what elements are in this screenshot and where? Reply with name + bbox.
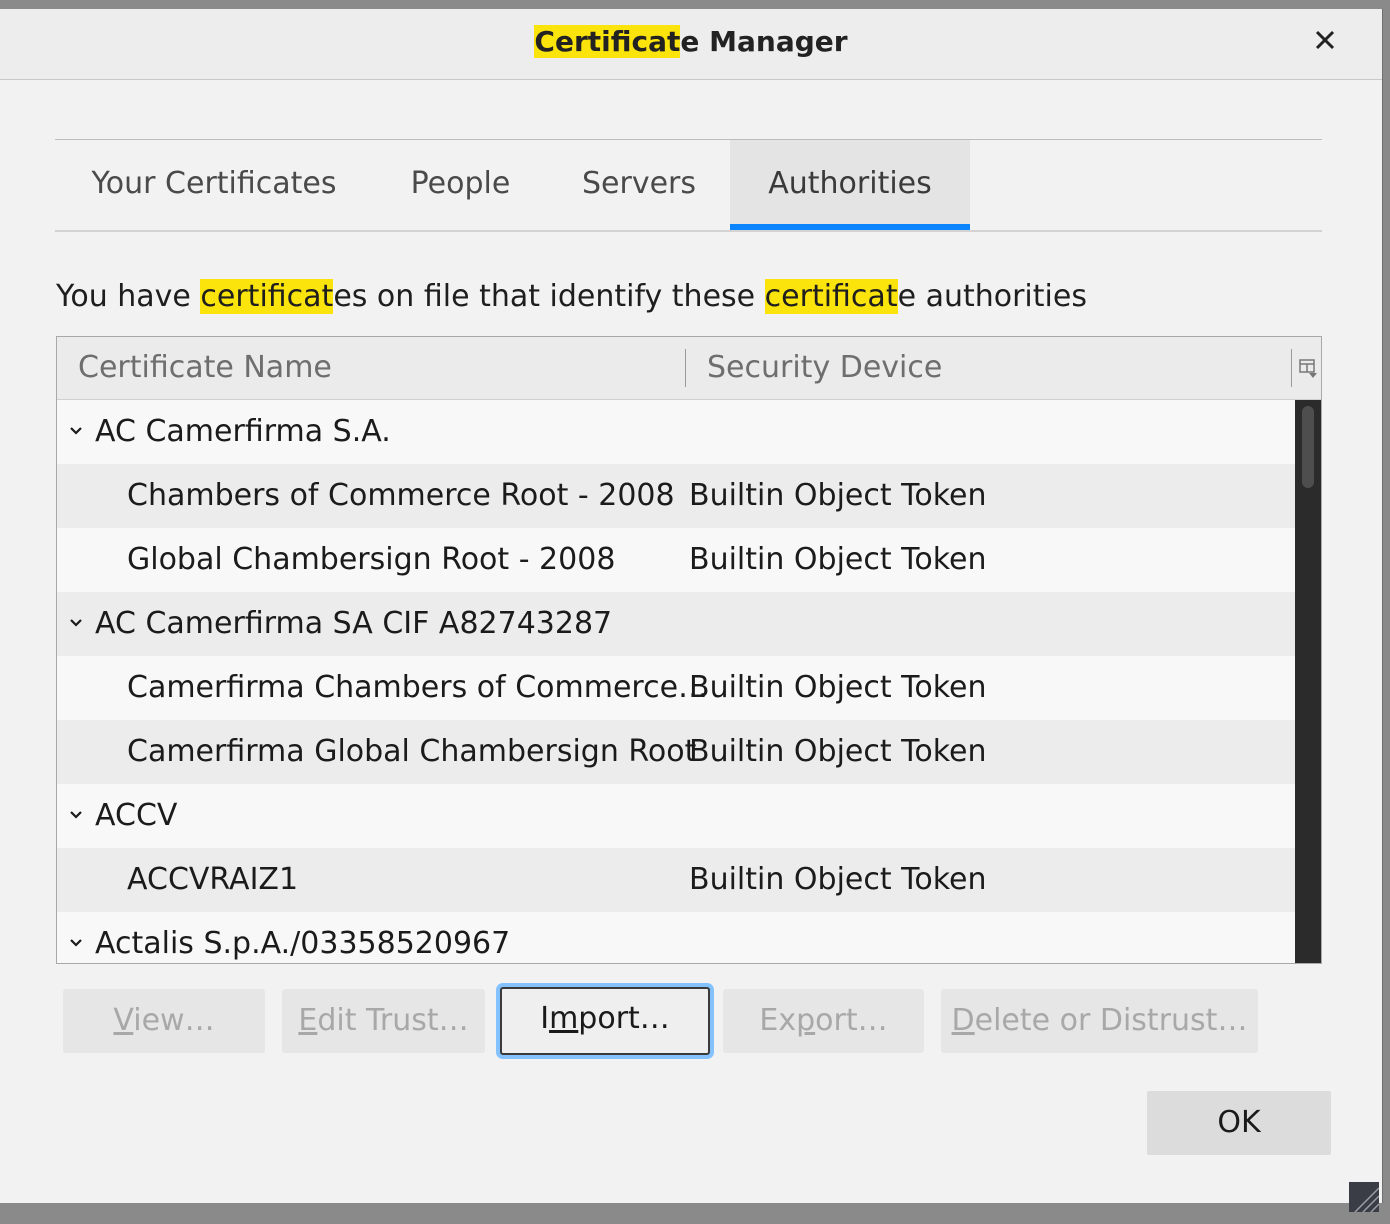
view-accel: V xyxy=(113,1003,134,1038)
certificate-name-cell: Global Chambersign Root - 2008 xyxy=(127,542,616,577)
tree-cert-row[interactable]: Chambers of Commerce Root - 2008 Builtin … xyxy=(57,464,1295,528)
certificate-name-cell: ACCVRAIZ1 xyxy=(127,862,299,897)
export-accel: p xyxy=(796,1003,816,1038)
tree-cert-row[interactable]: ACCVRAIZ1 Builtin Object Token xyxy=(57,848,1295,912)
chevron-down-icon[interactable] xyxy=(67,934,85,952)
certificate-manager-dialog: Certificate Manager Your Certificates Pe… xyxy=(0,9,1383,1213)
export-label: ort… xyxy=(815,1003,888,1038)
tab-people[interactable]: People xyxy=(373,140,548,228)
chevron-down-icon[interactable] xyxy=(67,806,85,824)
delete-or-distrust-button[interactable]: Delete or Distrust… xyxy=(941,989,1258,1053)
close-button[interactable] xyxy=(1308,23,1342,57)
edit-trust-label: dit Trust… xyxy=(317,1003,469,1038)
desc-search-highlight-2: certificat xyxy=(764,279,898,314)
tree-group-row[interactable]: Actalis S.p.A./03358520967 xyxy=(57,912,1295,963)
security-device-cell: Builtin Object Token xyxy=(689,670,987,705)
close-icon xyxy=(1315,30,1335,50)
import-label-pre: I xyxy=(540,1001,550,1036)
edit-trust-button[interactable]: Edit Trust… xyxy=(282,989,485,1053)
view-button[interactable]: View… xyxy=(63,989,265,1053)
tab-strip: Your Certificates People Servers Authori… xyxy=(55,139,1322,232)
column-splitter[interactable] xyxy=(685,349,686,387)
column-splitter-2[interactable] xyxy=(1291,349,1292,387)
tree-group-row[interactable]: AC Camerfirma S.A. xyxy=(57,400,1295,464)
export-label-pre: Ex xyxy=(759,1003,797,1038)
tree-rows: AC Camerfirma S.A. Chambers of Commerce R… xyxy=(57,400,1295,963)
edit-trust-accel: E xyxy=(298,1003,318,1038)
security-device-cell: Builtin Object Token xyxy=(689,862,987,897)
certificate-name-cell: AC Camerfirma SA CIF A82743287 xyxy=(95,606,613,641)
desc-search-highlight-1: certificat xyxy=(200,279,334,314)
certificate-name-cell: Actalis S.p.A./03358520967 xyxy=(95,926,511,961)
tab-your-certificates[interactable]: Your Certificates xyxy=(55,140,373,228)
tree-cert-row[interactable]: Camerfirma Global Chambersign Root Builti… xyxy=(57,720,1295,784)
title-search-highlight: Certificat xyxy=(534,25,681,58)
title-rest: e Manager xyxy=(680,25,848,58)
certificate-name-cell: Chambers of Commerce Root - 2008 xyxy=(127,478,675,513)
scrollbar-thumb[interactable] xyxy=(1302,406,1314,488)
title-bar: Certificate Manager xyxy=(0,9,1382,80)
column-header-certificate-name[interactable]: Certificate Name xyxy=(78,337,332,399)
tree-header: Certificate Name Security Device xyxy=(57,337,1321,400)
view-label: iew… xyxy=(133,1003,215,1038)
vertical-scrollbar[interactable] xyxy=(1295,400,1321,963)
tree-cert-row[interactable]: Camerfirma Chambers of Commerce… Builtin … xyxy=(57,656,1295,720)
delete-accel: D xyxy=(951,1003,975,1038)
export-button[interactable]: Export… xyxy=(723,989,924,1053)
chevron-down-icon[interactable] xyxy=(67,614,85,632)
certificate-name-cell: Camerfirma Chambers of Commerce… xyxy=(127,670,709,705)
security-device-cell: Builtin Object Token xyxy=(689,542,987,577)
tree-group-row[interactable]: AC Camerfirma SA CIF A82743287 xyxy=(57,592,1295,656)
delete-label: elete or Distrust… xyxy=(974,1003,1248,1038)
tree-group-row[interactable]: ACCV xyxy=(57,784,1295,848)
column-picker-icon xyxy=(1299,359,1317,378)
tab-servers[interactable]: Servers xyxy=(548,140,730,228)
tree-cert-row[interactable]: Global Chambersign Root - 2008 Builtin Ob… xyxy=(57,528,1295,592)
tab-authorities[interactable]: Authorities xyxy=(730,140,970,230)
window-title: Certificate Manager xyxy=(0,25,1382,58)
authorities-description: You have certificates on file that ident… xyxy=(56,279,1087,314)
resize-grip[interactable] xyxy=(1349,1182,1380,1213)
certificate-name-cell: AC Camerfirma S.A. xyxy=(95,414,391,449)
certificate-name-cell: ACCV xyxy=(95,798,178,833)
import-label: port… xyxy=(578,1001,670,1036)
column-header-security-device[interactable]: Security Device xyxy=(707,337,942,399)
security-device-cell: Builtin Object Token xyxy=(689,478,987,513)
column-picker[interactable] xyxy=(1297,351,1319,385)
import-accel: m xyxy=(549,1001,579,1036)
certificate-tree[interactable]: Certificate Name Security Device AC Came… xyxy=(56,336,1322,964)
desc-text-1: You have xyxy=(56,279,201,314)
security-device-cell: Builtin Object Token xyxy=(689,734,987,769)
certificate-name-cell: Camerfirma Global Chambersign Root xyxy=(127,734,697,769)
chevron-down-icon[interactable] xyxy=(67,422,85,440)
ok-button[interactable]: OK xyxy=(1147,1091,1331,1155)
import-button[interactable]: Import… xyxy=(500,987,710,1055)
resize-grip-icon xyxy=(1349,1182,1380,1213)
desc-text-3: e authorities xyxy=(897,279,1087,314)
desc-text-2: es on file that identify these xyxy=(333,279,765,314)
